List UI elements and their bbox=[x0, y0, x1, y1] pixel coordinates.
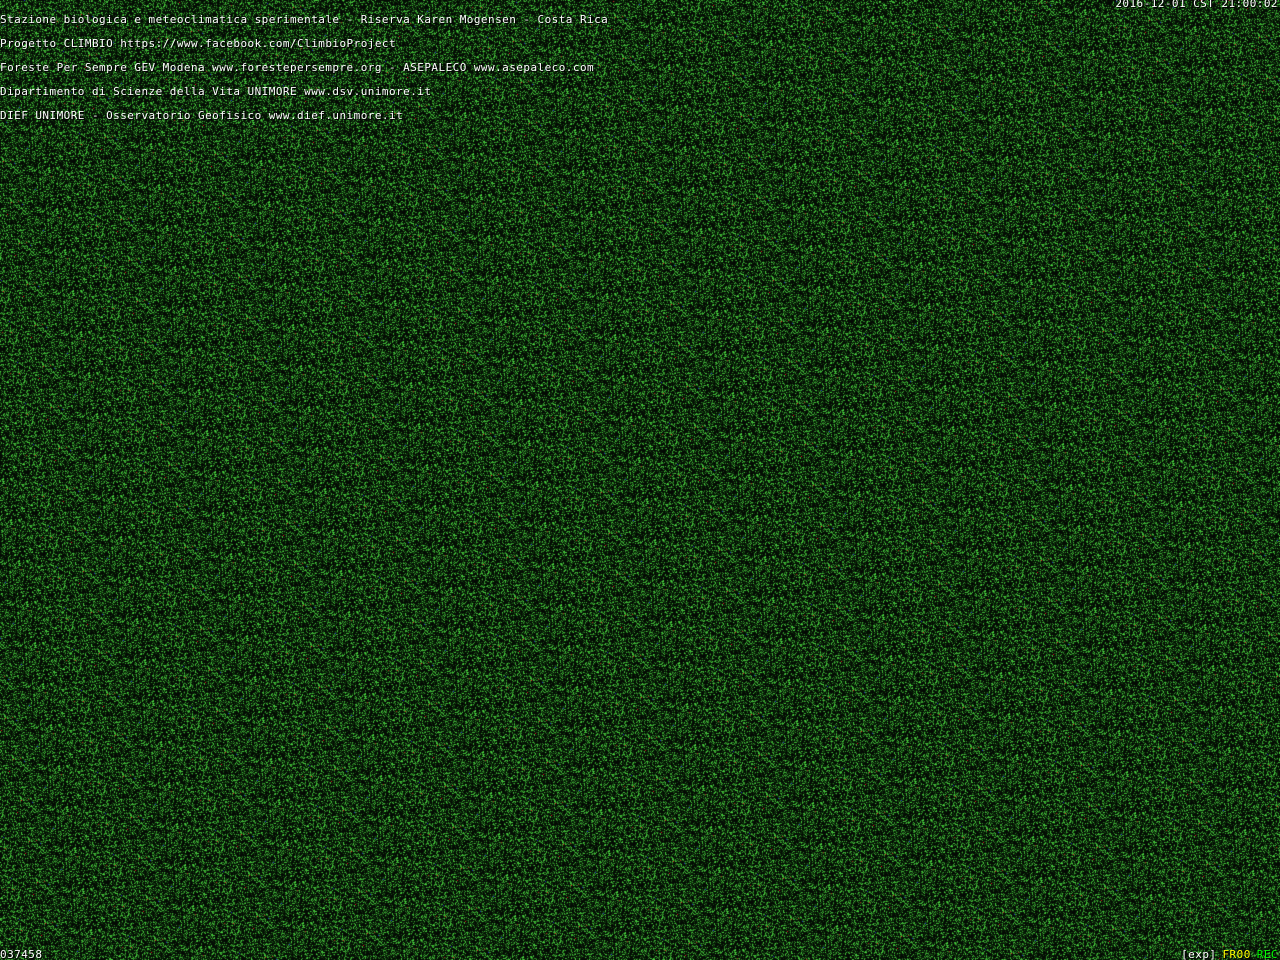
night-sensor-noise-image bbox=[0, 0, 1280, 960]
exposure-indicator: [exp] bbox=[1181, 948, 1217, 960]
recording-indicator: REC bbox=[1256, 948, 1278, 960]
header-line-dsv: Dipartimento di Scienze della Vita UNIMO… bbox=[0, 85, 432, 98]
header-line-partners: Foreste Per Sempre GEV Modena www.forest… bbox=[0, 61, 595, 74]
timestamp: 2016-12-01 CST 21:00:02 bbox=[1115, 0, 1278, 10]
header-line-station: Stazione biologica e meteoclimatica sper… bbox=[0, 13, 609, 26]
header-line-project: Progetto CLIMBIO https://www.facebook.co… bbox=[0, 37, 397, 50]
frame-counter: 037458 bbox=[0, 948, 43, 960]
frame-rate-indicator: FR00 bbox=[1222, 948, 1251, 960]
webcam-frame: Stazione biologica e meteoclimatica sper… bbox=[0, 0, 1280, 960]
status-indicators: [exp] FR00 REC bbox=[1175, 948, 1278, 960]
overlay-header: Stazione biologica e meteoclimatica sper… bbox=[0, 0, 608, 136]
header-line-dief: DIEF UNIMORE - Osservatorio Geofisico ww… bbox=[0, 109, 404, 122]
